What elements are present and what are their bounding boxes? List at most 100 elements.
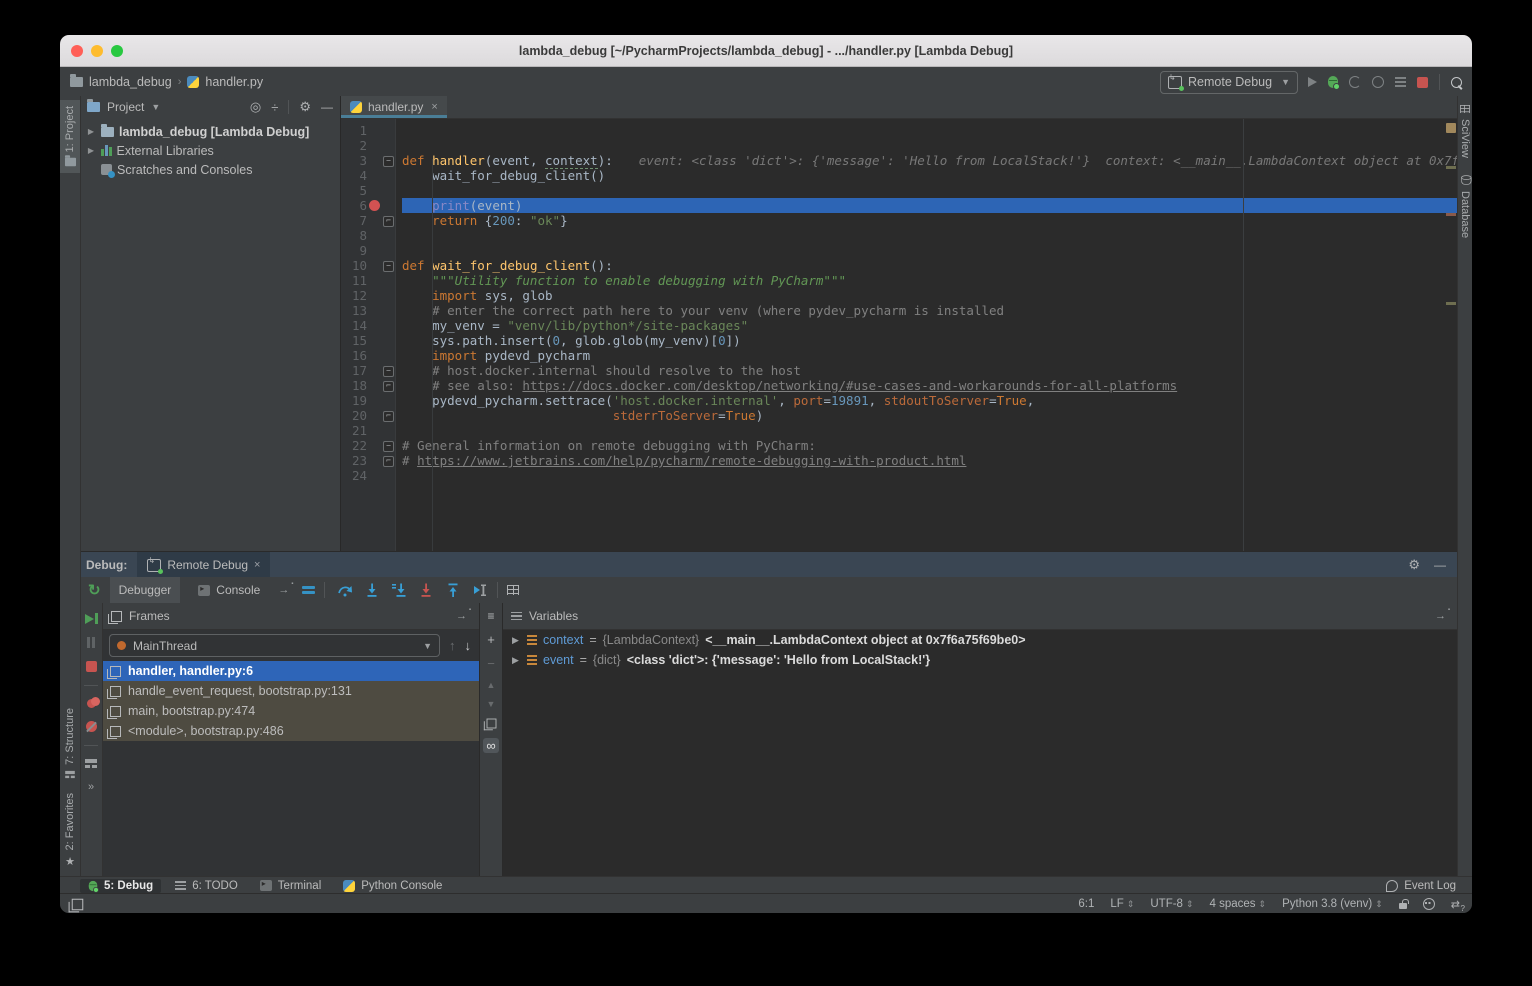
tab-console[interactable]: Console bbox=[189, 577, 269, 603]
more-actions-icon[interactable]: » bbox=[88, 781, 94, 793]
indent-select[interactable]: 4 spaces⇕ bbox=[1210, 898, 1267, 910]
gutter-line-24[interactable]: 24 bbox=[341, 468, 395, 483]
gutter-line-3[interactable]: 3− bbox=[341, 153, 395, 168]
previous-frame-icon[interactable]: ↑ bbox=[449, 638, 456, 653]
tree-item-external[interactable]: ▶External Libraries bbox=[80, 141, 340, 160]
encoding-select[interactable]: UTF-8⇕ bbox=[1150, 898, 1193, 910]
close-window-button[interactable] bbox=[71, 45, 83, 57]
evaluate-expression-toggle[interactable]: ∞ bbox=[483, 738, 498, 753]
event-log-button[interactable]: Event Log bbox=[1386, 880, 1472, 892]
gutter-line-8[interactable]: 8 bbox=[341, 228, 395, 243]
frame-row[interactable]: <module>, bootstrap.py:486 bbox=[103, 721, 479, 741]
gutter-line-9[interactable]: 9 bbox=[341, 243, 395, 258]
run-to-cursor-icon[interactable] bbox=[472, 582, 488, 598]
pause-button[interactable] bbox=[87, 637, 96, 648]
breakpoint-icon[interactable] bbox=[369, 200, 380, 211]
fold-close-icon[interactable]: ⌐ bbox=[383, 411, 394, 422]
gutter-line-12[interactable]: 12 bbox=[341, 288, 395, 303]
step-into-my-code-icon[interactable] bbox=[391, 582, 407, 598]
stop-process-button[interactable] bbox=[86, 661, 97, 672]
close-tab-icon[interactable]: × bbox=[431, 101, 437, 113]
gutter-line-14[interactable]: 14 bbox=[341, 318, 395, 333]
pin-tab-icon[interactable]: → bbox=[278, 584, 293, 596]
toolwindow-button-terminal[interactable]: Terminal bbox=[252, 879, 329, 893]
pin-icon[interactable]: → bbox=[456, 610, 471, 622]
view-breakpoints-button[interactable] bbox=[87, 699, 96, 708]
stripe-mark[interactable] bbox=[1446, 166, 1456, 169]
toolwindow-button--debug[interactable]: 5: Debug bbox=[80, 879, 161, 893]
line-separator-select[interactable]: LF⇕ bbox=[1110, 898, 1134, 910]
code-editor[interactable]: def handler(event, context):event: <clas… bbox=[396, 119, 1458, 589]
gutter-line-13[interactable]: 13 bbox=[341, 303, 395, 318]
gutter-line-2[interactable]: 2 bbox=[341, 138, 395, 153]
threads-view-icon[interactable] bbox=[302, 586, 315, 595]
expand-icon[interactable]: ▶ bbox=[512, 655, 521, 666]
toolwindow-button--todo[interactable]: 6: TODO bbox=[167, 879, 246, 893]
gutter-line-17[interactable]: 17− bbox=[341, 363, 395, 378]
duplicate-watch-icon[interactable] bbox=[486, 719, 496, 729]
profiler-button[interactable] bbox=[1349, 76, 1361, 88]
run-configuration-select[interactable]: Remote Debug ▼ bbox=[1160, 71, 1298, 94]
gutter-line-21[interactable]: 21 bbox=[341, 423, 395, 438]
restore-layout-button[interactable] bbox=[85, 759, 97, 768]
fold-close-icon[interactable]: ⌐ bbox=[383, 381, 394, 392]
close-icon[interactable]: × bbox=[254, 559, 260, 571]
tab-debugger[interactable]: Debugger bbox=[110, 577, 181, 603]
stripe-mark[interactable] bbox=[1446, 302, 1456, 305]
gutter-line-10[interactable]: 10− bbox=[341, 258, 395, 273]
search-everywhere-button[interactable] bbox=[1451, 77, 1462, 88]
expand-icon[interactable]: ▶ bbox=[512, 635, 521, 646]
menu-icon[interactable]: ≡ bbox=[487, 609, 494, 623]
fold-open-icon[interactable]: − bbox=[383, 261, 394, 272]
frame-row[interactable]: handler, handler.py:6 bbox=[103, 661, 479, 681]
tool-window-switcher-icon[interactable] bbox=[72, 898, 84, 910]
view-breakpoints-grid-icon[interactable] bbox=[507, 585, 519, 595]
sidebar-item-structure[interactable]: 7: Structure bbox=[64, 708, 76, 779]
thread-select[interactable]: MainThread ▼ bbox=[109, 634, 440, 657]
variable-row-context[interactable]: ▶context = {LambdaContext} <__main__.Lam… bbox=[503, 630, 1458, 650]
sidebar-item-project[interactable]: 1: Project bbox=[60, 100, 80, 173]
zoom-window-button[interactable] bbox=[111, 45, 123, 57]
mute-breakpoints-button[interactable] bbox=[86, 721, 97, 732]
breadcrumb-item[interactable]: lambda_debug bbox=[89, 75, 172, 89]
pin-icon[interactable]: → bbox=[1435, 610, 1450, 622]
chevron-down-icon[interactable]: ▼ bbox=[151, 102, 160, 112]
frame-row[interactable]: handle_event_request, bootstrap.py:131 bbox=[103, 681, 479, 701]
stripe-mark[interactable] bbox=[1446, 213, 1456, 216]
gutter-line-16[interactable]: 16 bbox=[341, 348, 395, 363]
sidebar-item-favorites[interactable]: 2: Favorites ★ bbox=[64, 793, 76, 868]
add-watch-button[interactable]: + bbox=[487, 632, 495, 647]
fold-close-icon[interactable]: ⌐ bbox=[383, 216, 394, 227]
gear-icon[interactable]: ⚙ bbox=[1408, 557, 1420, 573]
gutter-line-1[interactable]: 1 bbox=[341, 123, 395, 138]
expand-icon[interactable]: ▶ bbox=[86, 146, 96, 155]
fold-close-icon[interactable]: ⌐ bbox=[383, 456, 394, 467]
fold-open-icon[interactable]: − bbox=[383, 366, 394, 377]
gutter-line-19[interactable]: 19 bbox=[341, 393, 395, 408]
move-down-icon[interactable]: ▼ bbox=[487, 699, 496, 709]
fold-open-icon[interactable]: − bbox=[383, 441, 394, 452]
next-frame-icon[interactable]: ↓ bbox=[465, 638, 472, 653]
breadcrumb-item[interactable]: handler.py bbox=[205, 75, 263, 89]
sidebar-item-database[interactable]: Database bbox=[1459, 174, 1471, 238]
gutter-line-15[interactable]: 15 bbox=[341, 333, 395, 348]
gear-icon[interactable]: ⚙ bbox=[299, 99, 311, 115]
rerun-button[interactable]: ↻ bbox=[88, 581, 101, 599]
move-up-icon[interactable]: ▲ bbox=[487, 680, 496, 690]
gutter-line-4[interactable]: 4 bbox=[341, 168, 395, 183]
interpreter-select[interactable]: Python 3.8 (venv)⇕ bbox=[1282, 898, 1383, 910]
variable-row-event[interactable]: ▶event = {dict} <class 'dict'>: {'messag… bbox=[503, 650, 1458, 670]
gutter-line-20[interactable]: 20⌐ bbox=[341, 408, 395, 423]
resume-button[interactable] bbox=[85, 613, 98, 624]
step-into-icon[interactable] bbox=[364, 582, 380, 598]
run-with-coverage-button[interactable] bbox=[1395, 77, 1406, 87]
gutter-line-11[interactable]: 11 bbox=[341, 273, 395, 288]
inspection-indicator[interactable] bbox=[1446, 123, 1456, 133]
tree-item-scratches[interactable]: Scratches and Consoles bbox=[80, 160, 340, 179]
run-button[interactable] bbox=[1308, 77, 1317, 87]
gutter-line-23[interactable]: 23⌐ bbox=[341, 453, 395, 468]
gutter-line-18[interactable]: 18⌐ bbox=[341, 378, 395, 393]
force-step-into-icon[interactable] bbox=[418, 582, 434, 598]
lock-icon[interactable] bbox=[1399, 903, 1407, 909]
debug-button[interactable] bbox=[1328, 76, 1338, 88]
